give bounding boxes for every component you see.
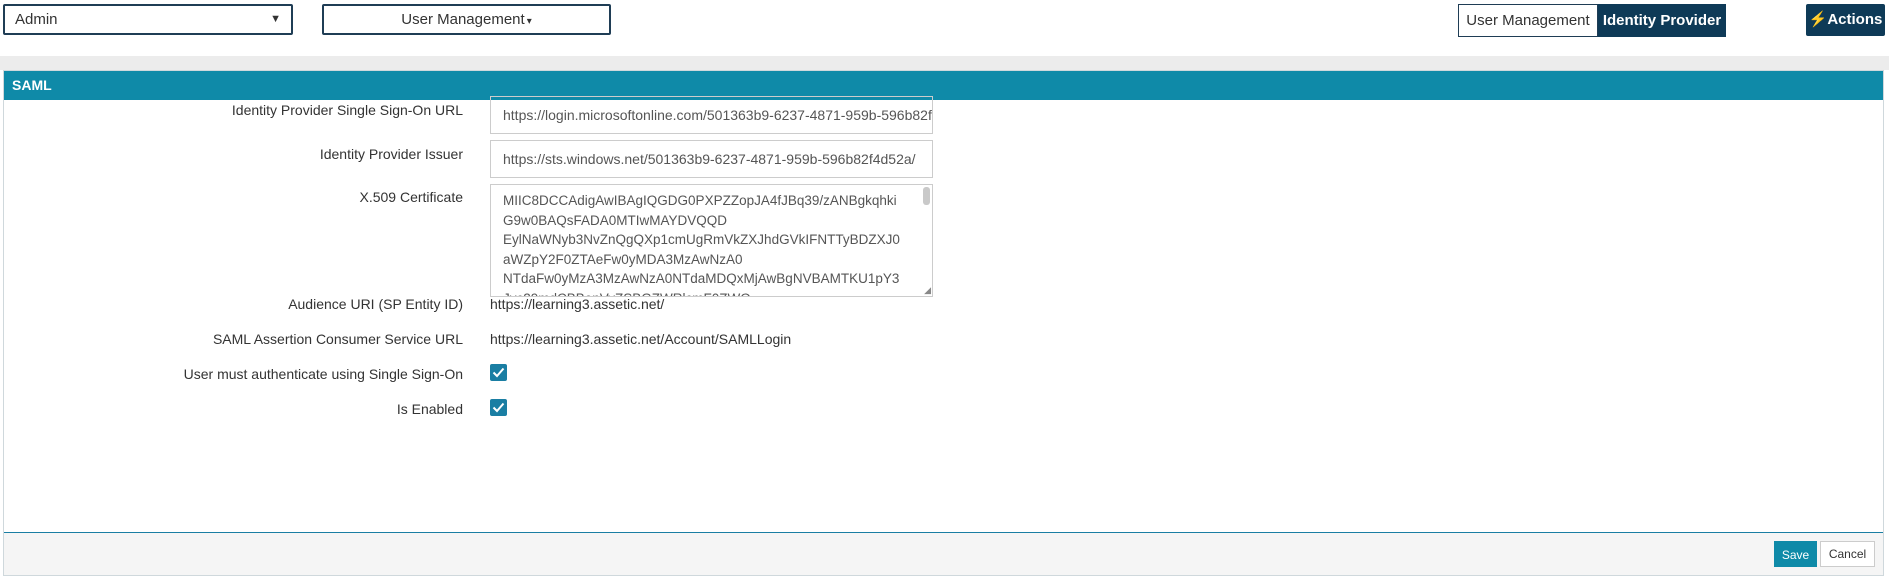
- role-select-value: Admin: [15, 11, 58, 28]
- chevron-down-icon: ▼: [270, 13, 281, 25]
- module-select-value: User Management: [401, 11, 525, 28]
- audience-uri-value: https://learning3.assetic.net/: [490, 296, 665, 312]
- must-sso-checkbox[interactable]: [490, 364, 507, 381]
- certificate-label: X.509 Certificate: [359, 189, 464, 205]
- certificate-line: NTdaFw0yMzA3MzAwNzA0NTdaMDQxMjAwBgNVBAMT…: [503, 271, 900, 286]
- lightning-icon: ⚡: [1808, 11, 1828, 28]
- page-separator-band: [0, 56, 1889, 70]
- audience-uri-label: Audience URI (SP Entity ID): [288, 296, 463, 312]
- textarea-scrollbar[interactable]: [923, 187, 930, 205]
- cancel-button[interactable]: Cancel: [1820, 541, 1875, 567]
- resize-handle-icon[interactable]: ◢: [924, 286, 931, 295]
- is-enabled-checkbox[interactable]: [490, 399, 507, 416]
- role-select[interactable]: Admin ▼: [3, 4, 293, 35]
- issuer-label: Identity Provider Issuer: [319, 146, 463, 162]
- certificate-line: aWZpY2F0ZTAeFw0yMDA3MzAwNzA0: [503, 251, 743, 267]
- top-toolbar: Admin ▼ User Management ▾ User Management…: [0, 0, 1889, 56]
- tab-user-management[interactable]: User Management: [1458, 4, 1598, 37]
- certificate-line: G9w0BAQsFADA0MTIwMAYDVQQD: [503, 212, 728, 228]
- certificate-line: EylNaWNyb3NvZnQgQXp1cmUgRmVkZXJhdGVkIFNT…: [503, 232, 900, 247]
- sso-url-label: Identity Provider Single Sign-On URL: [231, 102, 463, 118]
- actions-button[interactable]: ⚡Actions: [1806, 4, 1885, 36]
- saml-panel: SAML Identity Provider Single Sign-On UR…: [3, 70, 1884, 576]
- acs-url-label: SAML Assertion Consumer Service URL: [212, 331, 463, 347]
- save-button[interactable]: Save: [1774, 541, 1817, 567]
- certificate-line: MIIC8DCCAdigAwIBAgIQGDG0PXPZZopJA4fJBq39…: [503, 193, 897, 208]
- module-select[interactable]: User Management ▾: [322, 4, 611, 35]
- checkmark-icon: [492, 402, 505, 413]
- sso-url-input[interactable]: https://login.microsoftonline.com/501363…: [490, 96, 933, 134]
- panel-footer: Save Cancel: [4, 532, 1883, 575]
- panel-title: SAML: [4, 71, 1883, 100]
- acs-url-value: https://learning3.assetic.net/Account/SA…: [490, 331, 792, 347]
- tab-identity-provider[interactable]: Identity Provider: [1598, 4, 1726, 37]
- actions-label: Actions: [1827, 11, 1883, 28]
- must-sso-label: User must authenticate using Single Sign…: [183, 366, 463, 382]
- chevron-down-icon: ▾: [526, 16, 532, 27]
- certificate-textarea[interactable]: MIIC8DCCAdigAwIBAgIQGDG0PXPZZopJA4fJBq39…: [490, 184, 933, 297]
- checkmark-icon: [492, 367, 505, 378]
- issuer-input[interactable]: https://sts.windows.net/501363b9-6237-48…: [490, 140, 933, 178]
- is-enabled-label: Is Enabled: [396, 401, 463, 417]
